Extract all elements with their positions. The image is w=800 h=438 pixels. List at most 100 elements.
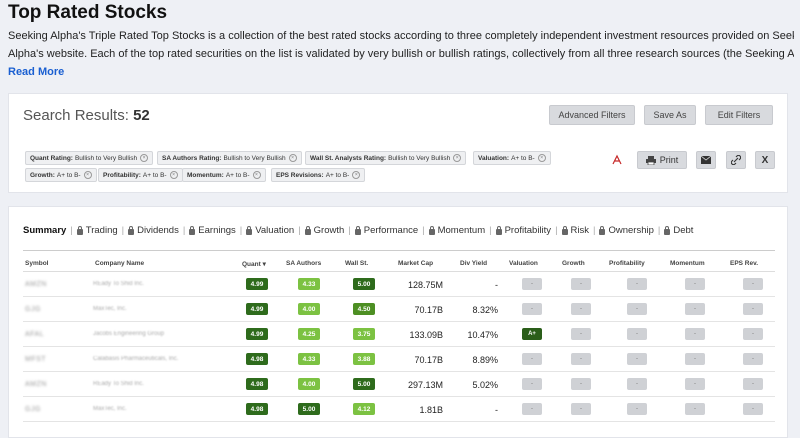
x-share-button[interactable]: X (755, 151, 775, 169)
symbol-cell[interactable]: AMZN (25, 381, 47, 388)
search-panel: Search Results: 52 Advanced Filters Save… (8, 93, 788, 193)
close-icon[interactable]: × (288, 154, 297, 162)
filter-chip-sa-authors[interactable]: SA Authors Rating: Bullish to Very Bullis… (157, 151, 302, 165)
col-header-profitability[interactable]: Profitability (609, 260, 645, 267)
growth-grade: - (571, 353, 591, 365)
symbol-cell[interactable]: GJG (25, 406, 41, 413)
col-header-wall-st[interactable]: Wall St. (345, 260, 368, 267)
tab-ownership[interactable]: Ownership (599, 225, 654, 236)
link-button[interactable] (726, 151, 746, 169)
symbol-cell[interactable]: AFAL (25, 331, 44, 338)
eps-rev-grade: - (743, 353, 763, 365)
lock-icon (354, 225, 361, 235)
filter-chip-growth[interactable]: Growth: A+ to B- × (25, 168, 97, 182)
company-cell: MaxTec, Inc. (93, 306, 127, 312)
filter-chip-momentum[interactable]: Momentum: A+ to B- × (182, 168, 266, 182)
table-row[interactable]: AFAL Jacobs Engineering Group 4.99 4.25 3.75… (23, 322, 775, 347)
wall-st-grade: 5.00 (353, 378, 375, 390)
tab-label: Earnings (198, 225, 236, 236)
col-header-momentum[interactable]: Momentum (670, 260, 705, 267)
tab-bar: Summary | Trading | Dividends | Earnings | V… (23, 225, 694, 236)
filter-chip-eps-revisions[interactable]: EPS Revisions: A+ to B- × (271, 168, 366, 182)
lock-icon (561, 225, 568, 235)
tab-profitability[interactable]: Profitability (495, 225, 551, 236)
symbol-cell[interactable]: GJG (25, 306, 41, 313)
col-header-growth[interactable]: Growth (562, 260, 585, 267)
close-icon[interactable]: × (252, 171, 261, 179)
close-icon[interactable]: × (83, 171, 92, 179)
mail-icon (701, 156, 711, 164)
wall-st-grade: 3.88 (353, 353, 375, 365)
filter-chip-value: Bullish to Very Bullish (388, 154, 451, 162)
sa-authors-grade: 4.25 (298, 328, 320, 340)
col-header-div-yield[interactable]: Div Yield (460, 260, 487, 267)
page-title: Top Rated Stocks (8, 2, 168, 23)
market-cap-cell: 297.13M (407, 380, 443, 390)
tab-label: Ownership (608, 225, 654, 236)
advanced-filters-button[interactable]: Advanced Filters (549, 105, 635, 125)
filter-chip-value: A+ to B- (142, 171, 167, 179)
col-header-eps-rev[interactable]: EPS Rev. (730, 260, 758, 267)
tab-growth[interactable]: Growth (304, 225, 344, 236)
tab-debt[interactable]: Debt (664, 225, 693, 236)
tab-dividends[interactable]: Dividends (128, 225, 179, 236)
filter-chip-profitability[interactable]: Profitability: A+ to B- × (98, 168, 183, 182)
growth-grade: - (571, 278, 591, 290)
tab-momentum[interactable]: Momentum (428, 225, 485, 236)
email-button[interactable] (696, 151, 716, 169)
close-icon[interactable]: × (352, 171, 361, 179)
company-cell: Jacobs Engineering Group (93, 331, 165, 337)
edit-filters-button[interactable]: Edit Filters (705, 105, 773, 125)
symbol-cell[interactable]: AMZN (25, 281, 47, 288)
growth-grade: - (571, 303, 591, 315)
tab-valuation[interactable]: Valuation (246, 225, 294, 236)
tab-risk[interactable]: Risk (561, 225, 589, 236)
filter-chip-wall-st[interactable]: Wall St. Analysts Rating: Bullish to Very… (305, 151, 467, 165)
table-row[interactable]: GJG MaxTec, Inc. 4.99 4.00 4.50 70.17B 8.32% - -… (23, 297, 775, 322)
table-row[interactable]: AMZN REady To Shid Inc. 4.98 4.00 5.00 297.13… (23, 372, 775, 397)
sa-authors-grade: 4.00 (298, 378, 320, 390)
filter-chip-value: A+ to B- (225, 171, 250, 179)
table-row[interactable]: AMZN REady To Shid Inc. 4.99 4.33 5.00 128.75… (23, 272, 775, 297)
momentum-grade: - (685, 403, 705, 415)
col-header-quant[interactable]: Quant ▾ (242, 260, 266, 268)
filter-chip-value: A+ to B- (511, 154, 535, 162)
profitability-grade: - (627, 403, 647, 415)
tab-trading[interactable]: Trading (76, 225, 118, 236)
tab-summary[interactable]: Summary (23, 225, 66, 236)
company-cell: Calabasis Pharmaceuticals, Inc. (93, 356, 179, 362)
col-header-company[interactable]: Company Name (95, 260, 144, 267)
filter-chip-key: SA Authors Rating: (162, 154, 222, 162)
sa-authors-grade: 4.33 (298, 278, 320, 290)
tab-earnings[interactable]: Earnings (189, 225, 236, 236)
filter-chip-quant[interactable]: Quant Rating: Bullish to Very Bullish × (25, 151, 154, 165)
tab-performance[interactable]: Performance (354, 225, 418, 236)
col-header-sa-authors[interactable]: SA Authors (286, 260, 321, 267)
valuation-grade: - (522, 278, 542, 290)
quant-grade: 4.99 (246, 328, 268, 340)
save-as-button[interactable]: Save As (644, 105, 696, 125)
filter-chip-value: Bullish to Very Bullish (223, 154, 286, 162)
valuation-grade: - (522, 303, 542, 315)
symbol-cell[interactable]: MFST (25, 356, 46, 363)
close-icon[interactable]: × (140, 154, 149, 162)
eps-rev-grade: - (743, 303, 763, 315)
col-header-market-cap[interactable]: Market Cap (398, 260, 433, 267)
wall-st-grade: 5.00 (353, 278, 375, 290)
div-yield-cell: - (495, 280, 498, 290)
table-row[interactable]: MFST Calabasis Pharmaceuticals, Inc. 4.98 4… (23, 347, 775, 372)
print-button[interactable]: Print (637, 151, 687, 169)
col-header-valuation[interactable]: Valuation (509, 260, 538, 267)
close-icon[interactable]: × (453, 154, 462, 162)
close-icon[interactable]: × (537, 154, 546, 162)
read-more-link[interactable]: Read More (8, 66, 64, 78)
growth-grade: - (571, 403, 591, 415)
lock-icon (189, 225, 196, 235)
quant-grade: 4.98 (246, 403, 268, 415)
table-row[interactable]: GJG MaxTec, Inc. 4.98 5.00 4.12 1.81B - - - - - - (23, 397, 775, 422)
pdf-icon[interactable] (607, 151, 627, 169)
col-header-symbol[interactable]: Symbol (25, 260, 48, 267)
close-icon[interactable]: × (169, 171, 178, 179)
filter-chip-valuation[interactable]: Valuation: A+ to B- × (473, 151, 551, 165)
div-yield-cell: 8.89% (472, 355, 498, 365)
